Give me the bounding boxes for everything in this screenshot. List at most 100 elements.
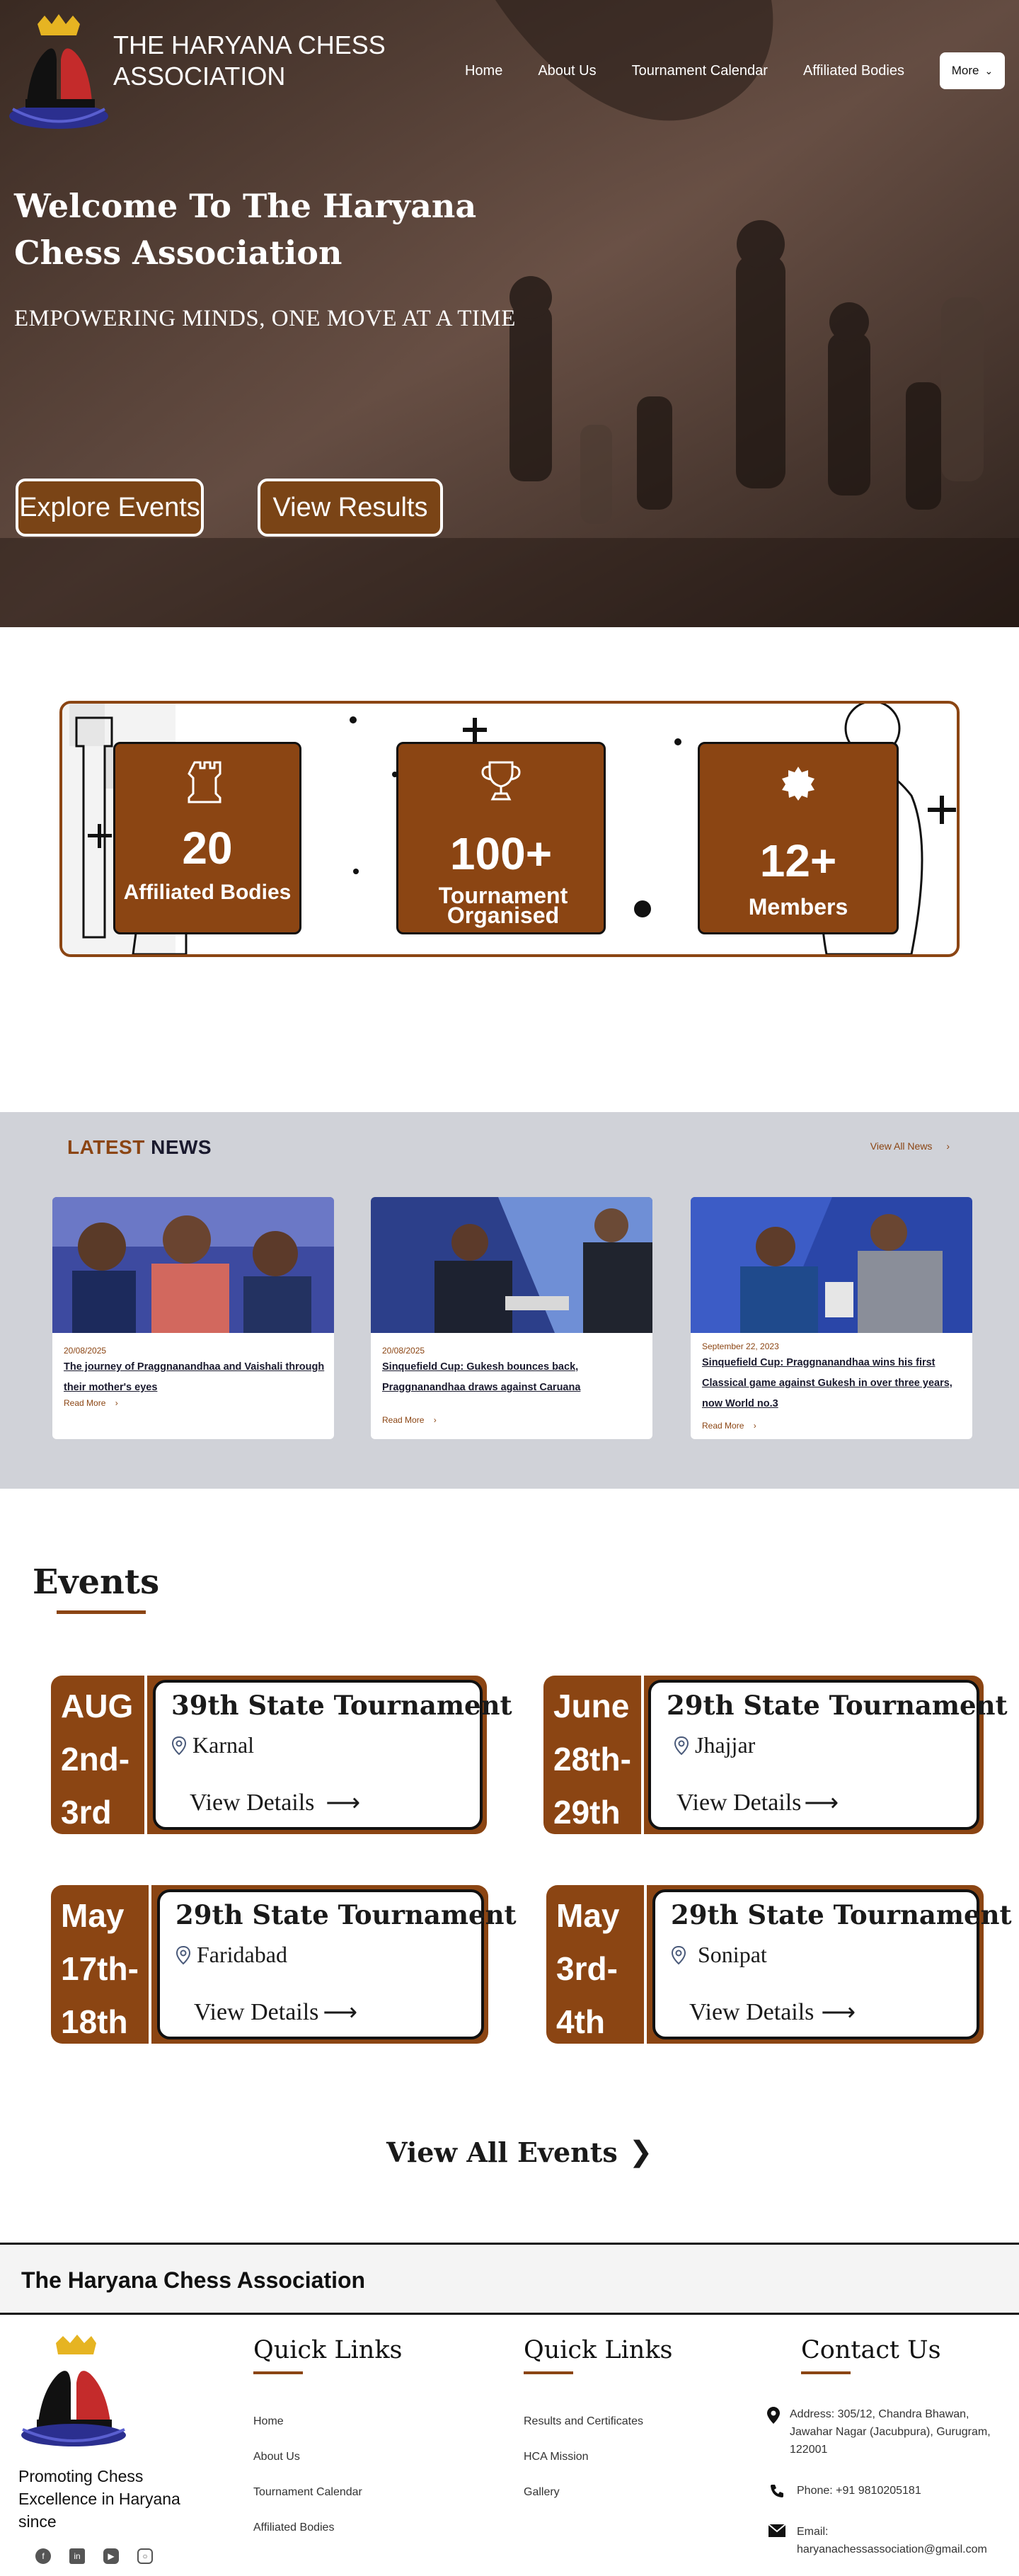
- event-days-start: 3rd-: [556, 1950, 618, 1987]
- footer-brand-band: The Haryana Chess Association: [0, 2243, 1019, 2315]
- event-date: May 17th- 18th: [61, 1889, 146, 2049]
- footer-link-hca-mission[interactable]: HCA Mission: [524, 2451, 673, 2463]
- event-days-end: 18th: [61, 2003, 128, 2040]
- event-days-start: 17th-: [61, 1950, 139, 1987]
- footer-link-gallery[interactable]: Gallery: [524, 2486, 673, 2499]
- nav-home[interactable]: Home: [465, 63, 502, 79]
- site-title[interactable]: THE HARYANA CHESS ASSOCIATION: [113, 30, 410, 92]
- stats-card: 20 Affiliated Bodies 100+ Tournament Org…: [59, 701, 960, 957]
- event-location-label: Faridabad: [197, 1942, 287, 1967]
- event-info: 29th State Tournament Jhajjar View Detai…: [648, 1680, 1008, 1830]
- youtube-icon[interactable]: ▶: [103, 2548, 119, 2564]
- view-details-button[interactable]: View Details ⟶: [190, 1789, 360, 1817]
- footer-link-about-us[interactable]: About Us: [253, 2451, 403, 2463]
- event-card[interactable]: May 3rd- 4th 29th State Tournament Sonip…: [546, 1885, 1012, 2044]
- contact-email-block: Email: haryanachessassociation@gmail.com: [797, 2523, 987, 2558]
- events-title: Events: [33, 1562, 160, 1602]
- event-info: 29th State Tournament Faridabad View Det…: [157, 1889, 517, 2039]
- news-date: 20/08/2025: [382, 1346, 425, 1356]
- location-pin-icon: [175, 1945, 191, 1964]
- location-pin-icon: [671, 1945, 686, 1964]
- facebook-icon[interactable]: f: [35, 2548, 51, 2564]
- more-dropdown-button[interactable]: More ⌄: [940, 52, 1005, 89]
- nav-about-us[interactable]: About Us: [538, 63, 596, 79]
- news-image: [52, 1197, 334, 1333]
- contact-email-text[interactable]: haryanachessassociation@gmail.com: [797, 2541, 987, 2558]
- location-pin-icon: [171, 1736, 187, 1755]
- footer-quick-links-2: Quick Links Results and Certificates HCA…: [524, 2315, 673, 2521]
- event-card[interactable]: May 17th- 18th 29th State Tournament Far…: [51, 1885, 517, 2044]
- footer-col-title: Quick Links: [524, 2336, 673, 2364]
- view-details-button[interactable]: View Details ⟶: [677, 1789, 839, 1817]
- footer-link-tournament-calendar[interactable]: Tournament Calendar: [253, 2486, 403, 2499]
- footer-link-results[interactable]: Results and Certificates: [524, 2415, 673, 2428]
- contact-phone-text[interactable]: Phone: +91 9810205181: [797, 2482, 921, 2500]
- contact-address: Address: 305/12, Chandra Bhawan, Jawahar…: [767, 2405, 1008, 2458]
- news-card[interactable]: September 22, 2023 Sinquefield Cup: Prag…: [691, 1197, 972, 1439]
- hca-logo[interactable]: [6, 10, 112, 130]
- read-more-link[interactable]: Read More ›: [382, 1415, 437, 1425]
- view-all-news-link[interactable]: View All News ›: [870, 1140, 950, 1152]
- event-month: May: [61, 1897, 125, 1934]
- footer-link-affiliated-bodies[interactable]: Affiliated Bodies: [253, 2521, 403, 2534]
- event-name: 39th State Tournament: [171, 1690, 512, 1721]
- news-title[interactable]: Sinquefield Cup: Praggnanandhaa wins his…: [702, 1353, 964, 1414]
- read-more-link[interactable]: Read More ›: [64, 1398, 118, 1408]
- stat-label: Tournament Organised: [438, 883, 568, 928]
- nav-affiliated-bodies[interactable]: Affiliated Bodies: [803, 63, 904, 79]
- badge-icon: [700, 765, 897, 801]
- event-info: 29th State Tournament Sonipat View Detai…: [652, 1889, 1012, 2039]
- news-image: [371, 1197, 652, 1333]
- footer-link-home[interactable]: Home: [253, 2415, 403, 2428]
- view-all-news-label: View All News: [870, 1140, 933, 1152]
- linkedin-icon[interactable]: in: [69, 2548, 85, 2564]
- footer-col-underline: [524, 2371, 573, 2374]
- news-card[interactable]: 20/08/2025 The journey of Praggnanandhaa…: [52, 1197, 334, 1439]
- event-date: June 28th- 29th: [553, 1680, 638, 1839]
- view-all-events-label: View All Events: [386, 2136, 618, 2168]
- view-details-label: View Details: [689, 1999, 814, 2025]
- read-more-link[interactable]: Read More ›: [702, 1421, 756, 1431]
- stat-label: Affiliated Bodies: [123, 881, 292, 904]
- contact-email-label: Email:: [797, 2526, 829, 2538]
- news-image: [691, 1197, 972, 1333]
- news-heading-latest: LATEST: [67, 1136, 145, 1158]
- news-title[interactable]: The journey of Praggnanandhaa and Vaisha…: [64, 1357, 326, 1398]
- explore-events-button[interactable]: Explore Events: [16, 479, 204, 537]
- view-details-button[interactable]: View Details ⟶: [689, 1998, 856, 2027]
- news-card[interactable]: 20/08/2025 Sinquefield Cup: Gukesh bounc…: [371, 1197, 652, 1439]
- event-location: Sonipat: [671, 1942, 767, 1968]
- arrow-right-icon: ⟶: [821, 2000, 856, 2026]
- arrow-right-icon: ⟶: [804, 1790, 839, 1816]
- view-results-button[interactable]: View Results: [258, 479, 443, 537]
- trophy-icon: [398, 758, 604, 805]
- footer-col-title: Quick Links: [253, 2336, 403, 2364]
- event-location: Faridabad: [175, 1942, 287, 1968]
- phone-icon: [767, 2482, 787, 2499]
- event-date: May 3rd- 4th: [556, 1889, 641, 2049]
- event-name: 29th State Tournament: [175, 1899, 517, 1930]
- event-card[interactable]: June 28th- 29th 29th State Tournament Jh…: [543, 1676, 1008, 1834]
- event-location-label: Sonipat: [698, 1942, 767, 1967]
- view-details-button[interactable]: View Details ⟶: [194, 1998, 357, 2027]
- instagram-icon[interactable]: ○: [137, 2548, 153, 2564]
- view-details-label: View Details: [190, 1790, 315, 1816]
- news-date: September 22, 2023: [702, 1341, 779, 1351]
- chevron-right-icon: ›: [433, 1415, 437, 1425]
- stat-label: Members: [748, 894, 848, 920]
- latest-news-section: LATEST NEWS View All News › 20/08/2025 T…: [0, 1112, 1019, 1489]
- chevron-down-icon: ⌄: [984, 64, 994, 76]
- event-name: 29th State Tournament: [667, 1690, 1008, 1721]
- footer-hca-logo: [17, 2333, 130, 2451]
- hero-title: Welcome To The Haryana Chess Association: [14, 187, 477, 272]
- event-name: 29th State Tournament: [671, 1899, 1012, 1930]
- read-more-label: Read More: [64, 1398, 106, 1408]
- news-title[interactable]: Sinquefield Cup: Gukesh bounces back, Pr…: [382, 1357, 644, 1398]
- stat-value: 100+: [449, 828, 553, 879]
- event-divider: [144, 1676, 147, 1834]
- nav-tournament-calendar[interactable]: Tournament Calendar: [632, 63, 768, 79]
- event-card[interactable]: AUG 2nd- 3rd 39th State Tournament Karna…: [51, 1676, 512, 1834]
- view-all-events-button[interactable]: View All Events ❯: [386, 2136, 652, 2168]
- chevron-right-icon: ❯: [628, 2136, 653, 2168]
- footer: Promoting Chess Excellence in Haryana si…: [0, 2315, 1019, 2572]
